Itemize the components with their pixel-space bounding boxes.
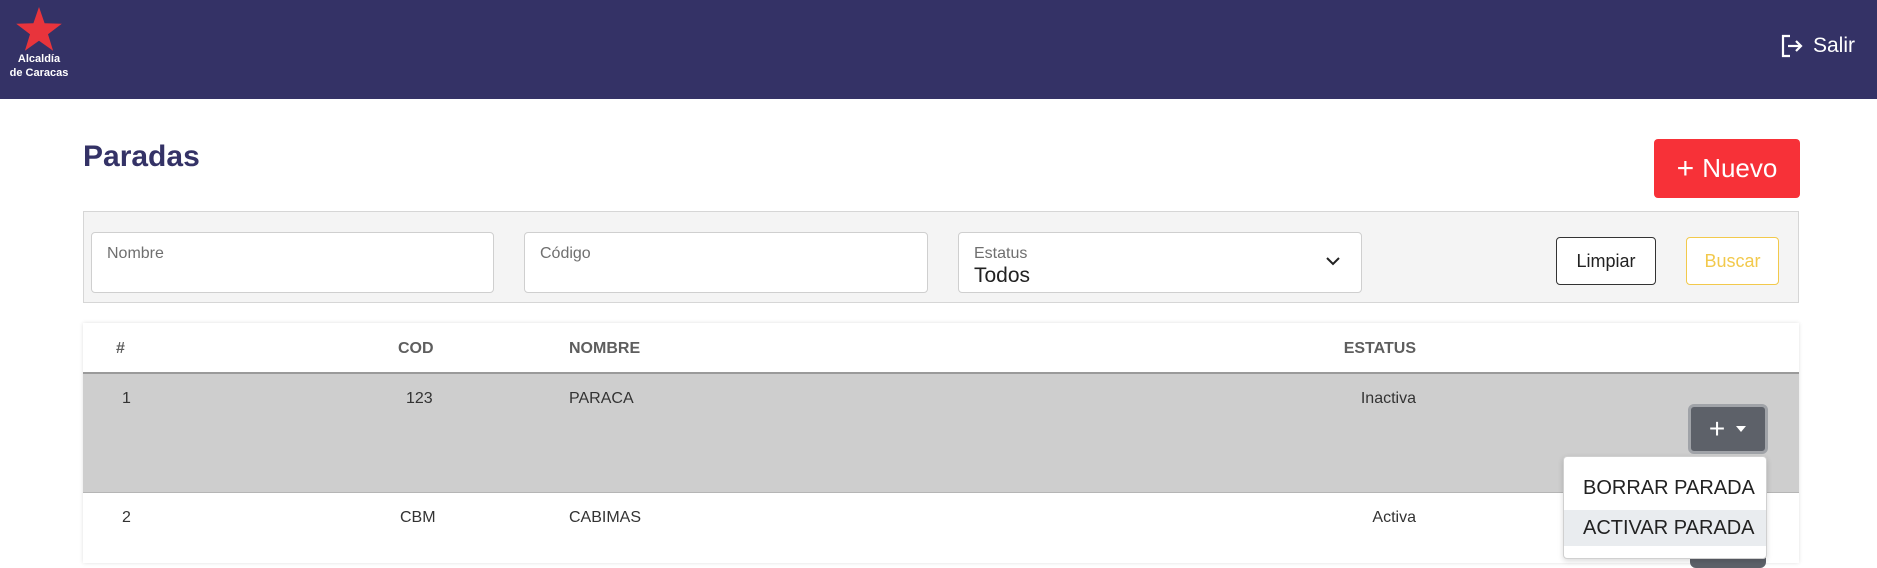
- name-input[interactable]: [92, 233, 493, 292]
- menu-item-activate-stop[interactable]: ACTIVAR PARADA: [1564, 510, 1766, 546]
- row-2-number: 2: [122, 509, 131, 526]
- filter-bar: Estatus Todos Limpiar Buscar: [83, 211, 1799, 303]
- logout-icon: [1781, 34, 1803, 58]
- row-1-code: 123: [406, 390, 433, 407]
- logout-label: Salir: [1812, 34, 1855, 57]
- status-select[interactable]: Estatus Todos: [958, 232, 1362, 293]
- status-select-value: Todos: [974, 264, 1031, 287]
- row-1-status: Inactiva: [1360, 390, 1416, 407]
- logo-text-line-2: de Caracas: [9, 67, 69, 79]
- row-1-number: 1: [122, 390, 131, 407]
- table-row-selected[interactable]: [83, 374, 1799, 493]
- row-2-code: CBM: [400, 509, 436, 526]
- column-header-number: #: [116, 340, 125, 357]
- row-2-status: Activa: [1372, 509, 1416, 526]
- status-select-label: Estatus: [974, 245, 1028, 262]
- plus-icon: +: [1676, 151, 1695, 185]
- clear-button[interactable]: Limpiar: [1556, 237, 1656, 285]
- star-icon: [16, 7, 62, 51]
- row-1-name: PARACA: [569, 390, 634, 407]
- logout-button[interactable]: Salir: [1779, 30, 1855, 62]
- chevron-down-icon: [1326, 257, 1340, 266]
- column-header-code: COD: [398, 340, 434, 357]
- code-input[interactable]: [525, 233, 927, 292]
- new-button[interactable]: + Nuevo: [1654, 139, 1800, 198]
- row-2-name: CABIMAS: [569, 509, 642, 526]
- new-button-label: Nuevo: [1702, 153, 1778, 183]
- code-field-box: [524, 232, 928, 293]
- column-header-status: ESTATUS: [1343, 340, 1416, 357]
- logo-text-line-1: Alcaldía: [17, 53, 61, 65]
- top-navbar: Alcaldía de Caracas Salir: [0, 0, 1877, 99]
- page-title: Paradas: [83, 140, 200, 173]
- alcaldia-logo[interactable]: Alcaldía de Caracas: [0, 6, 78, 90]
- caret-down-icon: [1736, 426, 1747, 432]
- row-1-actions-button[interactable]: +: [1688, 404, 1768, 454]
- column-header-name: NOMBRE: [569, 340, 641, 357]
- name-field-box: [91, 232, 494, 293]
- menu-item-delete-stop[interactable]: BORRAR PARADA: [1564, 470, 1766, 506]
- search-button[interactable]: Buscar: [1686, 237, 1779, 285]
- row-actions-menu: BORRAR PARADA ACTIVAR PARADA: [1563, 456, 1767, 559]
- plus-icon: +: [1708, 413, 1726, 444]
